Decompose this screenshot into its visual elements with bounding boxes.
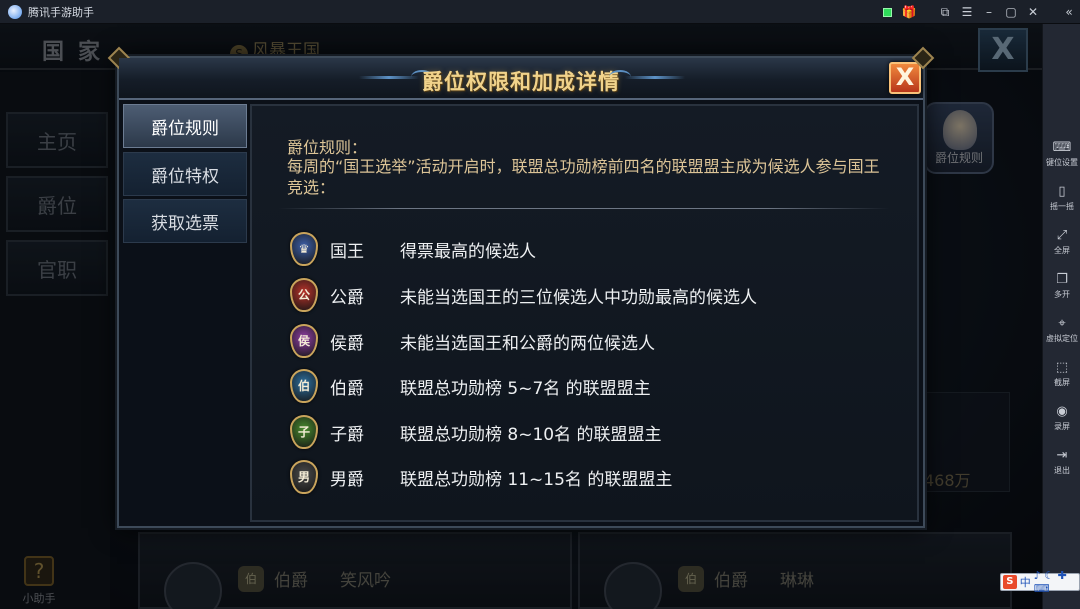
sidebar-item-capture[interactable]: ⬚ 截屏 [1043, 360, 1080, 400]
sidebar-item-label: 退出 [1054, 466, 1070, 475]
gift-icon[interactable]: 🎁 [898, 0, 920, 24]
sidebar-item-shake[interactable]: ▯ 摇一摇 [1043, 184, 1080, 224]
exit-icon: ⇥ [1056, 448, 1068, 463]
rank-name: 国王 [330, 242, 364, 262]
rank-description: 未能当选国王和公爵的两位候选人 [400, 334, 655, 354]
capture-icon: ⬚ [1055, 360, 1069, 375]
sidebar-item-keyboard[interactable]: ⌨ 键位设置 [1043, 140, 1080, 180]
ime-language: 中 [1019, 576, 1031, 589]
rank-duke-icon: 公 [290, 278, 318, 312]
sidebar-item-record[interactable]: ◉ 录屏 [1043, 404, 1080, 444]
sidebar-item-label: 虚拟定位 [1046, 334, 1078, 343]
shake-icon: ▯ [1058, 184, 1066, 199]
record-icon: ◉ [1056, 404, 1068, 419]
menu-icon[interactable]: ☰ [956, 0, 978, 24]
collapse-icon[interactable]: « [1058, 0, 1080, 24]
app-logo-icon [8, 4, 22, 19]
emulator-titlebar: 腾讯手游助手 🎁 ⧉ ☰ – ▢ ✕ « [0, 0, 1080, 24]
dialog-title: 爵位权限和加成详情 [422, 70, 620, 94]
sidebar-item-label: 键位设置 [1046, 158, 1078, 167]
rules-content[interactable]: 爵位规则： 每周的“国王选举”活动开启时，联盟总功勋榜前四名的联盟盟主成为候选人… [250, 104, 919, 522]
tab-get-votes[interactable]: 获取选票 [123, 199, 247, 243]
rank-description: 得票最高的候选人 [400, 242, 536, 262]
rank-name: 伯爵 [330, 379, 364, 399]
sogou-icon: S [1003, 575, 1017, 589]
emulator-window: 腾讯手游助手 🎁 ⧉ ☰ – ▢ ✕ « 国家 S 风暴王国 X 主页 爵位 官职 [0, 0, 1080, 609]
rank-marquis-icon: 侯 [290, 324, 318, 358]
maximize-icon[interactable]: ▢ [1000, 0, 1022, 24]
dialog-close-button[interactable]: X [889, 62, 921, 94]
rank-description: 联盟总功勋榜 5~7名 的联盟盟主 [400, 379, 651, 399]
game-screen: 国家 S 风暴王国 X 主页 爵位 官职 ? 小助手 爵位规则 468万 伯 伯爵 [0, 24, 1042, 609]
rank-baron-icon: 男 [290, 460, 318, 494]
rank-name: 侯爵 [330, 334, 364, 354]
sidebar-item-label: 截屏 [1054, 378, 1070, 387]
fullscreen-icon: ⤢ [1056, 228, 1068, 243]
rank-earl-icon: 伯 [290, 369, 318, 403]
rank-description: 联盟总功勋榜 8~10名 的联盟盟主 [400, 425, 662, 445]
sidebar-item-label: 摇一摇 [1050, 202, 1074, 211]
multi-window-icon: ❐ [1056, 272, 1068, 287]
sidebar-item-label: 录屏 [1054, 422, 1070, 431]
sidebar-item-multi-window[interactable]: ❐ 多开 [1043, 272, 1080, 312]
rules-description: 每周的“国王选举”活动开启时，联盟总功勋榜前四名的联盟盟主成为候选人参与国王竞选… [287, 157, 880, 197]
green-status-icon[interactable] [876, 0, 898, 24]
ime-toolbar[interactable]: S 中 ♪ ☾ ✚ ⌨ [1000, 569, 1080, 595]
app-title: 腾讯手游助手 [28, 5, 94, 19]
rank-name: 子爵 [330, 425, 364, 445]
minimize-icon[interactable]: – [978, 0, 1000, 24]
sidebar-item-label: 全屏 [1054, 246, 1070, 255]
rank-king-icon: ♛ [290, 232, 318, 266]
tab-nobility-rules[interactable]: 爵位规则 [123, 104, 247, 148]
rank-name: 公爵 [330, 288, 364, 308]
dialog-header: 爵位权限和加成详情 X [119, 58, 923, 100]
dialog-tabs: 爵位规则 爵位特权 获取选票 [123, 104, 247, 526]
ornament-right-icon [625, 76, 685, 79]
emulator-sidebar: ⌨ 键位设置 ▯ 摇一摇 ⤢ 全屏 ❐ 多开 ⌖ 虚拟定位 ⬚ 截屏 ◉ 录屏 ⇥ 退出 [1042, 24, 1080, 609]
rank-name: 男爵 [330, 470, 364, 490]
close-icon[interactable]: ✕ [1022, 0, 1044, 24]
rank-viscount-icon: 子 [290, 415, 318, 449]
rank-description: 未能当选国王的三位候选人中功勋最高的候选人 [400, 288, 757, 308]
rank-description: 联盟总功勋榜 11~15名 的联盟盟主 [400, 470, 673, 490]
screenshot-icon[interactable]: ⧉ [934, 0, 956, 24]
sidebar-item-location[interactable]: ⌖ 虚拟定位 [1043, 316, 1080, 356]
divider [278, 208, 890, 209]
sidebar-item-label: 多开 [1054, 290, 1070, 299]
keyboard-icon: ⌨ [1052, 140, 1072, 155]
nobility-details-dialog: 爵位权限和加成详情 X 爵位规则 爵位特权 获取选票 爵位规则： 每周的“国王选… [117, 56, 925, 528]
rules-title: 爵位规则： [287, 138, 368, 157]
ime-tools-icon: ♪ ☾ ✚ ⌨ [1033, 569, 1067, 595]
sidebar-item-fullscreen[interactable]: ⤢ 全屏 [1043, 228, 1080, 268]
tab-nobility-privileges[interactable]: 爵位特权 [123, 152, 247, 196]
sidebar-item-exit[interactable]: ⇥ 退出 [1043, 448, 1080, 488]
location-icon: ⌖ [1058, 316, 1066, 331]
